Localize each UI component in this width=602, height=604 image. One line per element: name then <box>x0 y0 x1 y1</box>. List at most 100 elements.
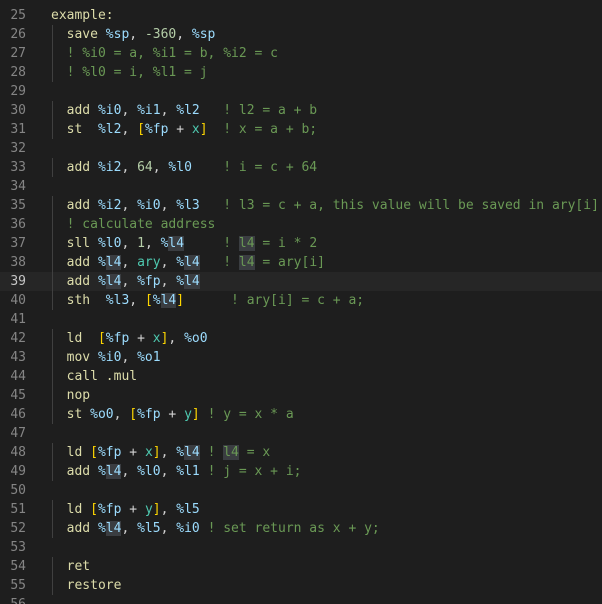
register-token: %fp <box>97 502 122 517</box>
instruction-token: nop <box>66 388 91 403</box>
code-line[interactable]: 32 <box>0 139 602 158</box>
code-line[interactable]: 37 sll %l0, 1, %l4 ! l4 = i * 2 <box>0 234 602 253</box>
code-line[interactable]: 35 add %i2, %i0, %l3 ! l3 = c + a, this … <box>0 196 602 215</box>
code-line[interactable]: 27 ! %i0 = a, %i1 = b, %i2 = c <box>0 44 602 63</box>
text-token: , <box>121 521 138 536</box>
line-content[interactable]: nop <box>51 386 90 405</box>
line-content[interactable]: add %l4, %fp, %l4 <box>51 272 200 291</box>
line-content[interactable]: ld [%fp + x], %l4 ! l4 = x <box>51 443 270 462</box>
line-number: 48 <box>10 445 26 460</box>
line-content[interactable]: ld [%fp + y], %l5 <box>51 500 200 519</box>
code-line[interactable]: 36 ! calculate address <box>0 215 602 234</box>
comment-token: ! ary[i] = c + a; <box>231 293 365 308</box>
code-line[interactable]: 29 <box>0 82 602 101</box>
line-number: 49 <box>10 464 26 479</box>
code-line[interactable]: 43 mov %i0, %o1 <box>0 348 602 367</box>
line-content[interactable]: example: <box>51 6 114 25</box>
code-line[interactable]: 47 <box>0 424 602 443</box>
instruction-token: call <box>66 369 98 384</box>
instruction-token: add <box>66 198 91 213</box>
line-content[interactable]: add %i2, %i0, %l3 ! l3 = c + a, this val… <box>51 196 599 215</box>
register-token: %i0 <box>137 198 161 213</box>
code-line[interactable]: 53 <box>0 538 602 557</box>
instruction-token: add <box>66 103 91 118</box>
register-highlight-token: l4 <box>105 255 122 270</box>
code-line[interactable]: 55 restore <box>0 576 602 595</box>
code-line[interactable]: 50 <box>0 481 602 500</box>
code-line[interactable]: 46 st %o0, [%fp + y] ! y = x * a <box>0 405 602 424</box>
line-number: 56 <box>0 595 26 604</box>
code-line[interactable]: 33 add %i2, 64, %l0 ! i = c + 64 <box>0 158 602 177</box>
code-line[interactable]: 44 call .mul <box>0 367 602 386</box>
line-content[interactable]: add %i2, 64, %l0 ! i = c + 64 <box>51 158 317 177</box>
code-line[interactable]: 34 <box>0 177 602 196</box>
instruction-token: mov <box>66 350 91 365</box>
instruction-token: add <box>66 255 91 270</box>
register-token: %i0 <box>97 103 122 118</box>
line-content[interactable]: st %l2, [%fp + x] ! x = a + b; <box>51 120 317 139</box>
line-content[interactable]: add %l4, %l5, %i0 ! set return as x + y; <box>51 519 380 538</box>
register-token: %l1 <box>176 464 200 479</box>
line-content[interactable]: call .mul <box>51 367 137 386</box>
line-content[interactable]: add %l4, %l0, %l1 ! j = x + i; <box>51 462 301 481</box>
line-content[interactable]: ret <box>51 557 90 576</box>
comment-highlight-token: l4 <box>238 255 255 270</box>
line-content[interactable]: st %o0, [%fp + y] ! y = x * a <box>51 405 294 424</box>
number-token: 64 <box>137 160 153 175</box>
code-line[interactable]: 52 add %l4, %l5, %i0 ! set return as x +… <box>0 519 602 538</box>
code-line[interactable]: 49 add %l4, %l0, %l1 ! j = x + i; <box>0 462 602 481</box>
text-token: , <box>121 274 138 289</box>
line-content[interactable]: restore <box>51 576 122 595</box>
code-line[interactable]: 45 nop <box>0 386 602 405</box>
code-line[interactable]: 39 add %l4, %fp, %l4 <box>0 272 602 291</box>
code-line[interactable]: 42 ld [%fp + x], %o0 <box>0 329 602 348</box>
line-content[interactable]: sth %l3, [%l4] ! ary[i] = c + a; <box>51 291 364 310</box>
code-line[interactable]: 41 <box>0 310 602 329</box>
line-content[interactable]: ! calculate address <box>51 215 216 234</box>
line-content[interactable]: ! %i0 = a, %i1 = b, %i2 = c <box>51 44 278 63</box>
code-line[interactable]: 40 sth %l3, [%l4] ! ary[i] = c + a; <box>0 291 602 310</box>
instruction-token: sth <box>66 293 91 308</box>
line-content[interactable]: mov %i0, %o1 <box>51 348 161 367</box>
code-line[interactable]: 26 save %sp, -360, %sp <box>0 25 602 44</box>
code-line[interactable]: 28 ! %l0 = i, %l1 = j <box>0 63 602 82</box>
line-content[interactable]: sll %l0, 1, %l4 ! l4 = i * 2 <box>51 234 317 253</box>
code-line[interactable]: 48 ld [%fp + x], %l4 ! l4 = x <box>0 443 602 462</box>
line-content[interactable]: ! %l0 = i, %l1 = j <box>51 63 208 82</box>
code-line[interactable]: 56 <box>0 595 602 604</box>
code-line[interactable]: 31 st %l2, [%fp + x] ! x = a + b; <box>0 120 602 139</box>
line-content[interactable]: ld [%fp + x], %o0 <box>51 329 208 348</box>
code-line[interactable]: 25 example: <box>0 6 602 25</box>
comment-token: ! calculate address <box>66 217 216 232</box>
line-content[interactable]: save %sp, -360, %sp <box>51 25 216 44</box>
code-editor[interactable]: 25 example: 26 save %sp, -360, %sp 27 ! %i0… <box>0 0 602 604</box>
line-content[interactable]: add %i0, %i1, %l2 ! l2 = a + b <box>51 101 317 120</box>
code-line[interactable]: 54 ret <box>0 557 602 576</box>
code-line[interactable]: 38 add %l4, ary, %l4 ! l4 = ary[i] <box>0 253 602 272</box>
text-token: , <box>121 464 138 479</box>
code-line[interactable]: 30 add %i0, %i1, %l2 ! l2 = a + b <box>0 101 602 120</box>
code-line[interactable]: 51 ld [%fp + y], %l5 <box>0 500 602 519</box>
comment-highlight-token: l4 <box>238 236 255 251</box>
text-token: + <box>160 407 185 422</box>
register-token: % <box>97 255 106 270</box>
line-content[interactable]: add %l4, ary, %l4 ! l4 = ary[i] <box>51 253 325 272</box>
line-number: 43 <box>10 350 26 365</box>
